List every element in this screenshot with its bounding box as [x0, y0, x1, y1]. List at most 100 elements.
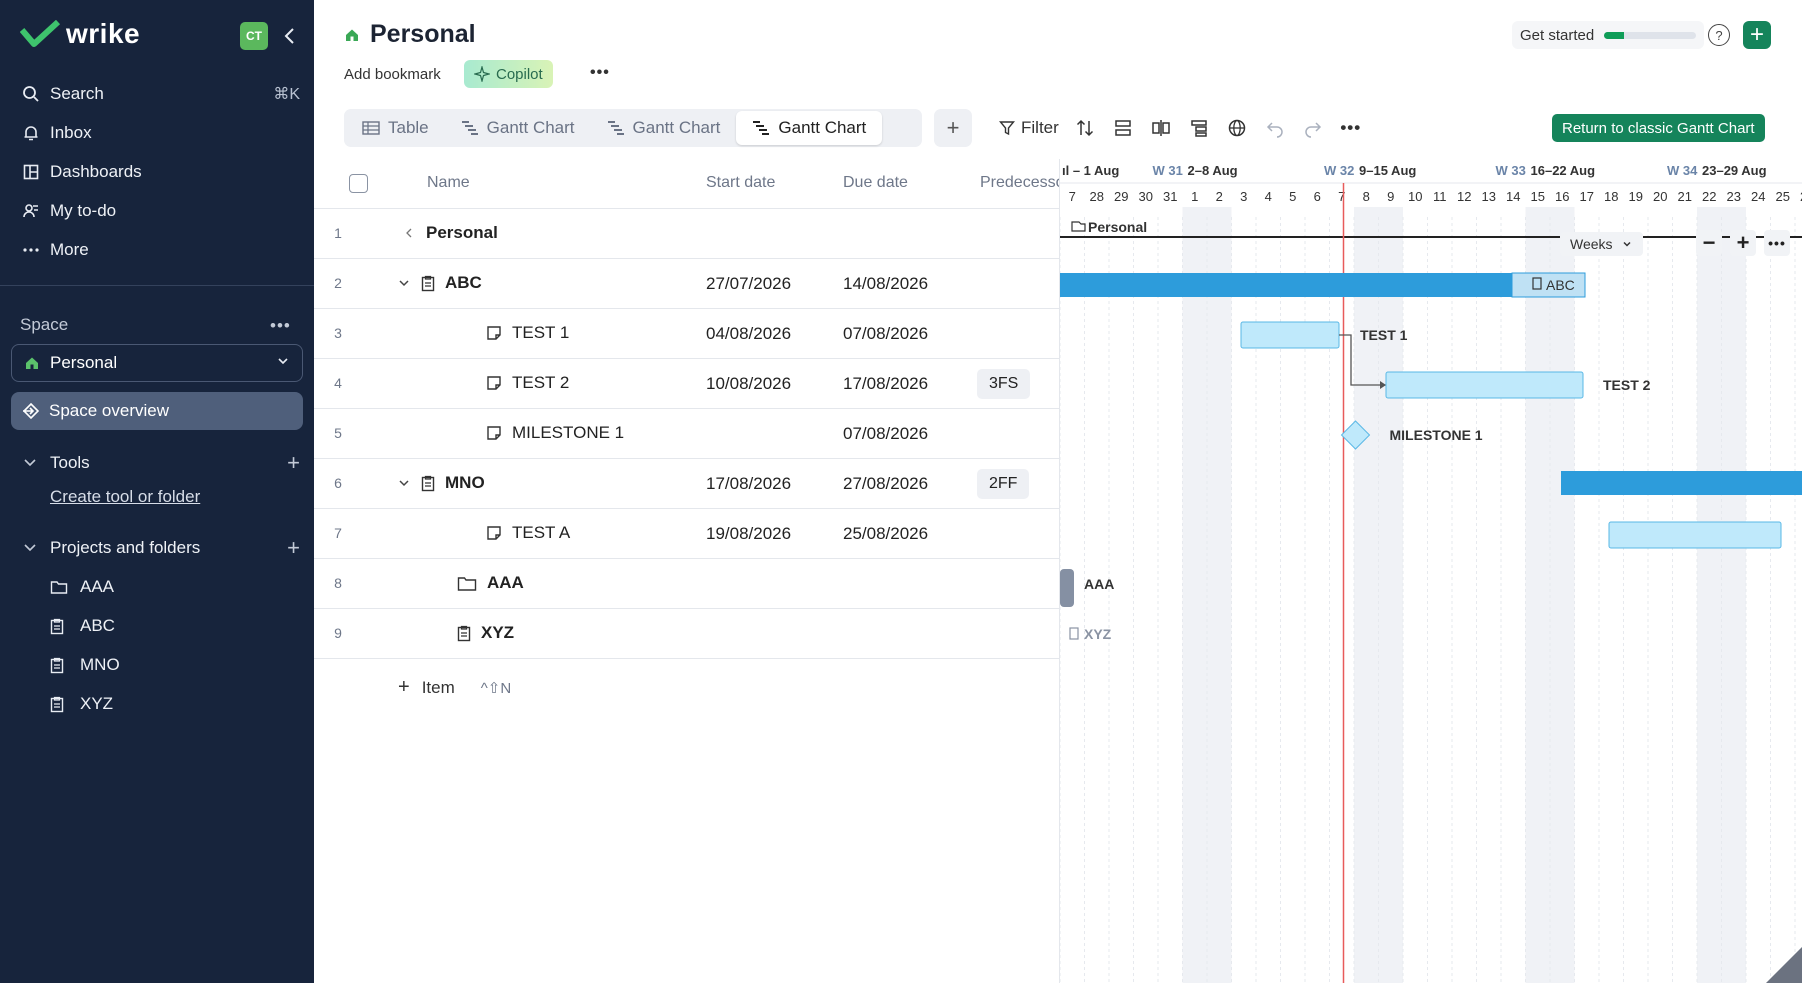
start-date-cell[interactable]: 04/08/2026 — [706, 324, 791, 344]
tools-label: Tools — [50, 453, 90, 472]
start-date-cell[interactable]: 27/07/2026 — [706, 274, 791, 294]
row-number: 9 — [334, 625, 342, 641]
column-start-date[interactable]: Start date — [706, 174, 775, 192]
projects-section[interactable]: Projects and folders + — [20, 533, 300, 563]
bar-test-1[interactable] — [1240, 321, 1340, 349]
add-item-button[interactable]: + Item ^⇧N — [398, 676, 511, 699]
select-all-checkbox[interactable] — [349, 174, 368, 193]
return-classic-gantt-button[interactable]: Return to classic Gantt Chart — [1552, 114, 1765, 142]
project-item-mno[interactable]: MNO — [50, 651, 120, 679]
table-row[interactable]: 4 TEST 2 10/08/2026 17/08/2026 3FS — [314, 359, 1059, 409]
columns-icon[interactable] — [1149, 116, 1173, 140]
more-options-icon[interactable]: ••• — [590, 64, 610, 82]
copilot-button[interactable]: Copilot — [464, 60, 553, 88]
get-started-label: Get started — [1520, 26, 1595, 44]
nav-inbox[interactable]: Inbox — [20, 113, 300, 152]
row-name[interactable]: TEST A — [486, 523, 570, 543]
due-date-cell[interactable]: 14/08/2026 — [843, 274, 928, 294]
tools-section[interactable]: Tools + — [20, 448, 300, 478]
collapse-sidebar-icon[interactable] — [280, 24, 300, 48]
predecessor-badge[interactable]: 3FS — [977, 369, 1031, 399]
row-number: 7 — [334, 525, 342, 541]
space-more-icon[interactable]: ••• — [270, 316, 291, 336]
nav-label: More — [50, 239, 89, 259]
bar-test-a[interactable] — [1608, 521, 1782, 549]
table-row[interactable]: 5 MILESTONE 1 07/08/2026 — [314, 409, 1059, 459]
start-date-cell[interactable]: 17/08/2026 — [706, 474, 791, 494]
nav-more[interactable]: More — [20, 230, 300, 269]
bar-mno[interactable] — [1561, 471, 1802, 495]
add-project-icon[interactable]: + — [287, 535, 300, 561]
table-row[interactable]: 8 AAA — [314, 559, 1059, 609]
row-name[interactable]: AAA — [457, 573, 524, 593]
due-date-cell[interactable]: 17/08/2026 — [843, 374, 928, 394]
start-date-cell[interactable]: 19/08/2026 — [706, 524, 791, 544]
chevron-down-icon[interactable] — [397, 277, 411, 289]
bar-abc[interactable] — [1060, 273, 1512, 297]
nav-dashboards[interactable]: Dashboards — [20, 152, 300, 191]
tab-table[interactable]: Table — [346, 111, 445, 145]
add-view-button[interactable]: + — [934, 109, 972, 147]
due-date-cell[interactable]: 25/08/2026 — [843, 524, 928, 544]
day-label: 20 — [1653, 189, 1667, 204]
column-predecessors[interactable]: Predecessors — [980, 174, 1060, 192]
add-button[interactable]: + — [1743, 21, 1771, 49]
nav-label: Search — [50, 83, 104, 103]
row-name[interactable]: ABC — [397, 273, 482, 293]
group-icon[interactable] — [1111, 116, 1135, 140]
due-date-cell[interactable]: 07/08/2026 — [843, 324, 928, 344]
zoom-out-button[interactable]: − — [1696, 230, 1722, 256]
sort-icon[interactable] — [1073, 116, 1097, 140]
wrike-logo[interactable]: wrike — [20, 18, 140, 50]
filter-button[interactable]: Filter — [999, 118, 1059, 138]
table-row[interactable]: 7 TEST A 19/08/2026 25/08/2026 — [314, 509, 1059, 559]
table-row[interactable]: 9 XYZ — [314, 609, 1059, 659]
timescale-select[interactable]: Weeks — [1560, 232, 1643, 256]
chevron-down-icon — [1623, 241, 1631, 247]
project-item-abc[interactable]: ABC — [50, 612, 115, 640]
globe-icon[interactable] — [1225, 116, 1249, 140]
chevron-left-icon[interactable] — [402, 227, 416, 239]
predecessor-badge[interactable]: 2FF — [977, 469, 1030, 499]
start-date-cell[interactable]: 10/08/2026 — [706, 374, 791, 394]
column-name[interactable]: Name — [427, 174, 470, 192]
project-item-aaa[interactable]: AAA — [50, 573, 114, 601]
row-name[interactable]: MNO — [397, 473, 485, 493]
row-name[interactable]: Personal — [402, 223, 498, 243]
gantt-more-icon[interactable]: ••• — [1764, 230, 1790, 256]
tab-gantt-1[interactable]: Gantt Chart — [445, 111, 591, 145]
space-selector[interactable]: Personal — [11, 344, 303, 382]
row-name[interactable]: XYZ — [457, 623, 514, 643]
bar-test-2[interactable] — [1385, 371, 1584, 399]
table-row[interactable]: 6 MNO 17/08/2026 27/08/2026 2FF — [314, 459, 1059, 509]
column-due-date[interactable]: Due date — [843, 174, 908, 192]
project-item-xyz[interactable]: XYZ — [50, 690, 113, 718]
avatar[interactable]: CT — [240, 22, 268, 50]
due-date-cell[interactable]: 07/08/2026 — [843, 424, 928, 444]
row-name[interactable]: TEST 1 — [486, 323, 569, 343]
table-row[interactable]: 1 Personal — [314, 209, 1059, 259]
redo-icon[interactable] — [1301, 116, 1325, 140]
due-date-cell[interactable]: 27/08/2026 — [843, 474, 928, 494]
table-row[interactable]: 2 ABC 27/07/2026 14/08/2026 — [314, 259, 1059, 309]
hierarchy-icon[interactable] — [1187, 116, 1211, 140]
row-name[interactable]: TEST 2 — [486, 373, 569, 393]
space-overview-item[interactable]: Space overview — [11, 392, 303, 430]
more-icon[interactable]: ••• — [1339, 116, 1363, 140]
tab-gantt-3[interactable]: Gantt Chart — [736, 111, 883, 145]
add-tool-icon[interactable]: + — [287, 450, 300, 476]
create-tool-link[interactable]: Create tool or folder — [50, 487, 200, 507]
scroll-left-handle[interactable] — [1060, 569, 1074, 607]
tab-gantt-2[interactable]: Gantt Chart — [591, 111, 737, 145]
help-icon[interactable]: ? — [1708, 24, 1730, 46]
nav-my-todo[interactable]: My to-do — [20, 191, 300, 230]
get-started-widget[interactable]: Get started — [1512, 21, 1705, 49]
chevron-down-icon[interactable] — [397, 477, 411, 489]
add-bookmark-button[interactable]: Add bookmark — [344, 66, 441, 83]
undo-icon[interactable] — [1263, 116, 1287, 140]
resize-corner[interactable] — [1766, 947, 1802, 983]
nav-search[interactable]: Search ⌘K — [20, 74, 300, 113]
table-row[interactable]: 3 TEST 1 04/08/2026 07/08/2026 — [314, 309, 1059, 359]
zoom-in-button[interactable]: + — [1730, 230, 1756, 256]
row-name[interactable]: MILESTONE 1 — [486, 423, 624, 443]
